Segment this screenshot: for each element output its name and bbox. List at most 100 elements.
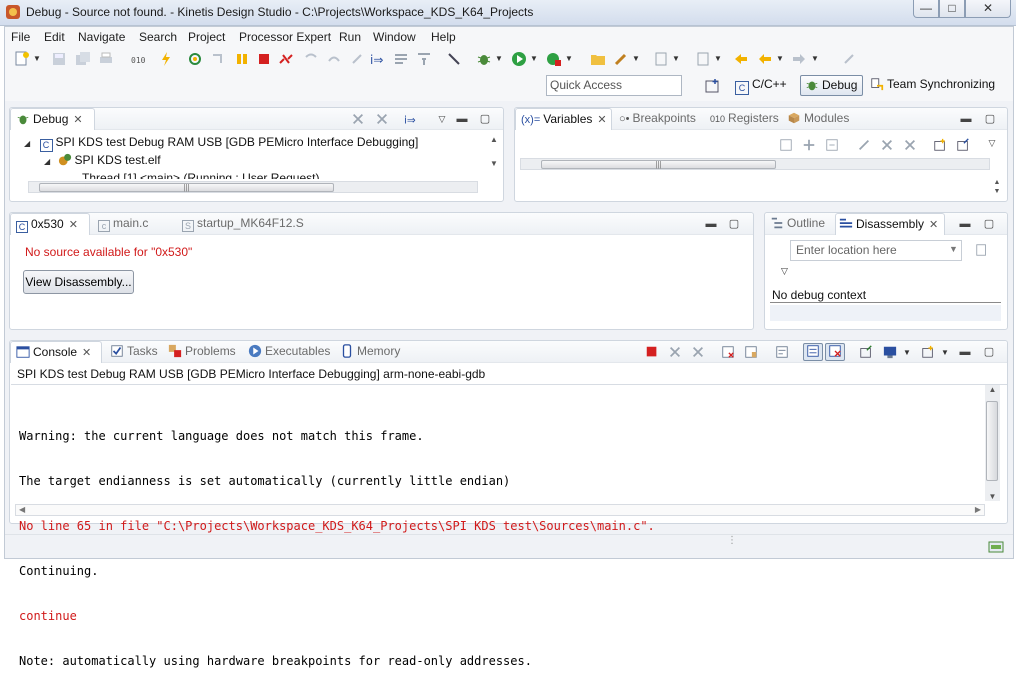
show-on-error-icon[interactable] [825, 343, 845, 361]
minimize-view-icon[interactable]: ▬ [958, 217, 972, 231]
remove-all-icon[interactable] [375, 112, 389, 126]
back-icon[interactable] [757, 51, 773, 67]
step-over-icon[interactable] [326, 51, 342, 67]
horizontal-scrollbar[interactable]: ◀ ▶ [15, 504, 985, 516]
terminate-icon[interactable] [645, 345, 659, 359]
close-window-button[interactable]: ✕ [965, 0, 1011, 18]
perspective-team[interactable]: Team Synchronizing [866, 75, 999, 96]
minimize-view-icon[interactable]: ▬ [704, 217, 718, 231]
maximize-view-icon[interactable]: ▢ [982, 345, 996, 359]
perspective-debug[interactable]: Debug [800, 75, 863, 96]
scroll-down-icon[interactable]: ▼ [985, 492, 1000, 501]
debug-bug-icon[interactable] [476, 51, 492, 67]
remove-terminated-icon[interactable] [351, 112, 365, 126]
remove-all-terminated-icon[interactable] [691, 345, 705, 359]
scroll-lock-icon[interactable] [744, 345, 758, 359]
view-menu-icon[interactable]: ▽ [985, 136, 999, 150]
annotation-dropdown-icon[interactable]: ▼ [672, 51, 680, 67]
tab-memory[interactable]: Memory [340, 341, 400, 363]
maximize-view-icon[interactable]: ▢ [983, 112, 997, 126]
new-icon[interactable] [14, 51, 30, 67]
view-menu-icon[interactable]: ▽ [781, 266, 788, 277]
tab-executables[interactable]: Executables [248, 341, 330, 363]
horizontal-scrollbar[interactable]: ||| [28, 181, 478, 193]
menu-processor-expert[interactable]: Processor Expert [239, 30, 331, 44]
expand-arrow-icon[interactable]: ◢ [24, 139, 30, 148]
menu-edit[interactable]: Edit [44, 30, 65, 44]
instruction-stepping-icon[interactable]: i⇒ [403, 112, 417, 126]
display-console-icon[interactable] [883, 345, 897, 359]
show-logical-structure-icon[interactable] [802, 138, 816, 152]
tab-console[interactable]: Console ✕ [10, 341, 102, 363]
debug-dropdown-icon[interactable]: ▼ [495, 51, 503, 67]
view-menu-icon[interactable]: ▽ [435, 112, 449, 126]
terminate-icon[interactable] [256, 51, 272, 67]
location-input[interactable]: Enter location here [790, 240, 962, 261]
menu-run[interactable]: Run [339, 30, 361, 44]
word-wrap-icon[interactable] [775, 345, 789, 359]
next-annotation-icon[interactable] [695, 51, 711, 67]
remove-launch-icon[interactable] [668, 345, 682, 359]
link-icon[interactable] [975, 243, 989, 257]
tab-breakpoints[interactable]: ○• Breakpoints [619, 108, 696, 130]
external-tools-dropdown-icon[interactable]: ▼ [565, 51, 573, 67]
forward-icon[interactable] [791, 51, 807, 67]
close-tab-icon[interactable]: ✕ [69, 219, 78, 231]
quick-access-input[interactable]: Quick Access [546, 75, 682, 96]
tab-tasks[interactable]: Tasks [110, 341, 158, 363]
show-on-output-icon[interactable] [803, 343, 823, 361]
clear-console-icon[interactable] [721, 345, 735, 359]
tab-modules[interactable]: Modules [787, 108, 849, 130]
annotation-icon[interactable] [653, 51, 669, 67]
save-all-icon[interactable] [75, 51, 91, 67]
disconnect-icon[interactable] [278, 51, 294, 67]
vertical-scrollbar[interactable]: ▲ ▼ [488, 134, 500, 180]
back-dropdown-icon[interactable]: ▼ [776, 51, 784, 67]
view-disassembly-button[interactable]: View Disassembly... [23, 270, 134, 294]
scrollbar-thumb[interactable] [986, 401, 998, 481]
binary-icon[interactable]: 010 [130, 51, 146, 67]
show-type-names-icon[interactable] [779, 138, 793, 152]
tab-outline[interactable]: Outline [770, 213, 825, 235]
run-icon[interactable] [511, 51, 527, 67]
open-console-icon[interactable] [921, 345, 935, 359]
expand-arrow-icon[interactable]: ◢ [44, 157, 50, 166]
maximize-view-icon[interactable]: ▢ [982, 217, 996, 231]
step-into-icon[interactable] [303, 51, 319, 67]
wand-icon[interactable] [613, 51, 629, 67]
pin-editor-icon[interactable] [841, 51, 857, 67]
run-dropdown-icon[interactable]: ▼ [530, 51, 538, 67]
maximize-view-icon[interactable]: ▢ [478, 112, 492, 126]
step-return-icon[interactable] [349, 51, 365, 67]
restart-icon[interactable] [393, 51, 409, 67]
menu-help[interactable]: Help [431, 30, 456, 44]
location-dropdown-icon[interactable]: ▼ [949, 244, 958, 254]
perspective-c-cpp[interactable]: C C/C++ [731, 75, 791, 96]
scrollbar-thumb[interactable]: ||| [39, 183, 334, 192]
tab-problems[interactable]: Problems [168, 341, 236, 363]
pin-view-icon[interactable] [956, 138, 970, 152]
tab-registers[interactable]: 010 Registers [710, 108, 779, 130]
tab-startup[interactable]: Sstartup_MK64F12.S [182, 213, 304, 235]
tree-row-elf[interactable]: ◢ SPI KDS test.elf [44, 153, 161, 167]
collapse-all-icon[interactable] [825, 138, 839, 152]
drop-to-frame-icon[interactable] [210, 51, 226, 67]
minimize-button[interactable]: — [913, 0, 939, 18]
vertical-scrollbar[interactable]: ▲ ▼ [985, 385, 1000, 501]
scroll-up-icon[interactable]: ▲ [985, 385, 1000, 394]
add-expression-icon[interactable] [857, 138, 871, 152]
open-perspective-icon[interactable] [704, 78, 720, 94]
tab-disassembly[interactable]: Disassembly ✕ [835, 213, 945, 235]
menu-search[interactable]: Search [139, 30, 177, 44]
close-tab-icon[interactable]: ✕ [929, 219, 938, 231]
new-view-icon[interactable] [933, 138, 947, 152]
debug-lightning-icon[interactable] [158, 51, 174, 67]
last-edit-icon[interactable] [733, 51, 749, 67]
scroll-right-icon[interactable]: ▶ [975, 505, 981, 514]
filter-icon[interactable] [416, 51, 432, 67]
close-tab-icon[interactable]: ✕ [597, 114, 606, 126]
tab-main-c[interactable]: c main.c [98, 213, 148, 235]
maximize-view-icon[interactable]: ▢ [727, 217, 741, 231]
pin-console-icon[interactable] [859, 345, 873, 359]
menu-project[interactable]: Project [188, 30, 225, 44]
